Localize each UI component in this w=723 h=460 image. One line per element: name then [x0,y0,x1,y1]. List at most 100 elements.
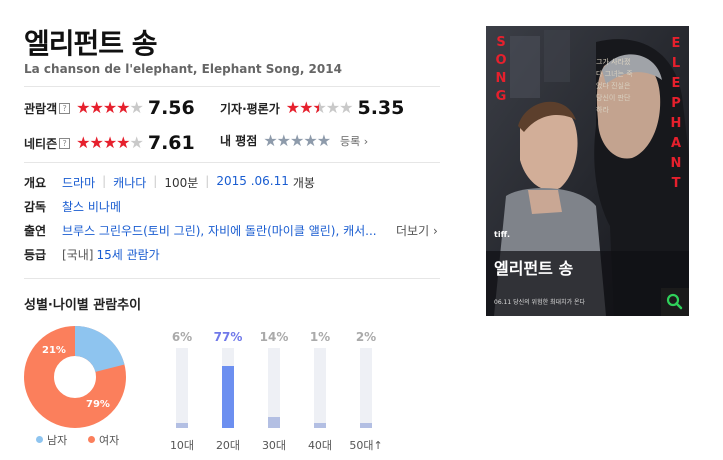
star-icon: ★ [339,98,353,117]
star-icon: ★ [89,133,103,152]
my-rating-label: 내 평점 [220,134,258,148]
netizen-score: 7.61 [147,132,195,154]
info-label: 등급 [24,248,47,262]
age-label: 40대 [307,439,333,452]
star-icon[interactable]: ★ [303,132,317,149]
info-label: 감독 [24,200,47,214]
male-percent: 21% [42,345,66,356]
poster-release-line: 06.11 당신의 위험한 최대치가 온다 [494,299,586,306]
star-icon: ★ [285,98,300,117]
audience-rating: 관람객 ? ★ ★ ★ ★ ★ 7.56 [24,97,195,119]
gender-donut-svg [24,326,126,428]
movie-poster[interactable]: SONG ELEPHANT 그가 사라졌다 그녀는 죽었다 진실은 당신이 판단… [486,26,689,316]
star-icon[interactable]: ★ [263,132,277,149]
age-bar-track [268,348,280,428]
legend-female: 여자 [88,432,119,448]
age-percent: 6% [171,330,193,344]
age-bar-fill [268,416,280,428]
separator: | [205,174,210,188]
age-bar-fill [222,366,234,428]
search-icon [666,293,683,310]
poster-title: 엘리펀트 송 [494,259,574,278]
poster-side-left: SONG [495,35,507,104]
grade-prefix: [국내] [62,248,94,262]
star-icon: ★ [89,98,103,117]
star-icon: ★ [76,133,90,152]
star-icon: ★ [116,98,130,117]
poster-badge: tiff. [494,230,511,239]
age-label: 10대 [169,439,195,452]
star-icon[interactable]: ★ [290,132,304,149]
star-icon: ★ [325,98,340,117]
age-bar-fill [314,423,326,428]
age-bar-track [360,348,372,428]
age-percent: 14% [259,330,289,344]
star-icon: ★ [129,133,144,152]
info-grade: 등급 [국내] 15세 관람가 [24,246,160,263]
star-icon: ★ [116,133,130,152]
star-icon[interactable]: ★ [317,132,331,149]
star-icon: ★ [299,98,313,117]
gender-donut-chart: 21% 79% [24,326,126,428]
separator: | [102,174,107,188]
female-percent: 79% [86,399,110,410]
my-rating-stars[interactable]: ★ ★ ★ ★ ★ [263,132,331,149]
info-cast: 출연 브루스 그린우드(토비 그린), 자비에 돌란(마이클 앨린), 캐서..… [24,222,388,239]
age-bar-30s: 14% 30대 [254,330,294,453]
age-percent: 2% [355,330,377,344]
age-bar-20s: 77% 20대 [208,330,248,453]
grade-link[interactable]: 15세 관람가 [96,246,159,263]
my-rating: 내 평점 ★ ★ ★ ★ ★ 등록 › [220,132,368,149]
dot-icon [36,436,43,443]
audience-rating-label: 관람객 [24,101,58,116]
age-bar-track [222,348,234,428]
star-icon[interactable]: ★ [277,132,291,149]
help-icon[interactable]: ? [59,137,71,149]
register-rating-link[interactable]: 등록 › [340,133,368,149]
divider [24,278,440,279]
poster-tagline: 그가 사라졌다 그녀는 죽었다 진실은 당신이 판단하라 [596,58,633,114]
cast-links[interactable]: 브루스 그린우드(토비 그린), 자비에 돌란(마이클 앨린), 캐서... [62,222,388,239]
netizen-rating: 네티즌 ? ★ ★ ★ ★ ★ 7.61 [24,132,195,154]
help-icon[interactable]: ? [59,102,71,114]
section-title: 성별·나이별 관람추이 [24,298,142,313]
divider [24,86,440,87]
director-link[interactable]: 찰스 비나메 [62,198,121,215]
info-overview: 개요 드라마 | 캐나다 | 100분 | 2015 .06.11 개봉 [24,174,315,191]
info-label: 출연 [24,224,47,238]
netizen-rating-label: 네티즌 [24,136,58,151]
runtime: 100분 [164,176,199,190]
age-bar-track [314,348,326,428]
audience-score: 7.56 [147,97,195,119]
age-bar-fill [176,423,188,428]
age-percent: 1% [309,330,331,344]
star-icon: ★ [129,98,144,117]
age-bar-track [176,348,188,428]
zoom-button[interactable] [661,288,689,316]
star-icon: ★ [102,133,117,152]
critics-score: 5.35 [357,97,405,119]
movie-subtitle: La chanson de l'elephant, Elephant Song,… [24,62,342,76]
info-director: 감독 찰스 비나메 [24,198,121,215]
poster-side-right: ELEPHANT [670,36,682,191]
age-bar-50s: 2% 50대↑ [346,330,386,453]
cast-more-button[interactable]: 더보기 › [396,222,438,239]
chevron-right-icon: › [432,224,438,238]
info-label: 개요 [24,176,47,190]
star-icon: ★ [76,98,90,117]
age-bar-10s: 6% 10대 [162,330,202,453]
critics-rating: 기자·평론가 ★★★★★★ 5.35 [220,97,404,119]
age-label: 20대 [215,439,241,452]
age-label: 30대 [261,439,287,452]
genre-link[interactable]: 드라마 [62,174,95,191]
critics-rating-label: 기자·평론가 [220,101,280,116]
movie-title: 엘리펀트 송 [24,27,158,60]
divider [24,162,440,163]
age-percent: 77% [213,330,243,344]
star-icon: ★ [102,98,117,117]
country-link[interactable]: 캐나다 [113,174,146,191]
age-bar-40s: 1% 40대 [300,330,340,453]
release-date-link[interactable]: 2015 .06.11 [216,174,289,191]
critics-stars: ★★★★★★ [285,98,354,117]
audience-stars: ★ ★ ★ ★ ★ [76,98,144,117]
